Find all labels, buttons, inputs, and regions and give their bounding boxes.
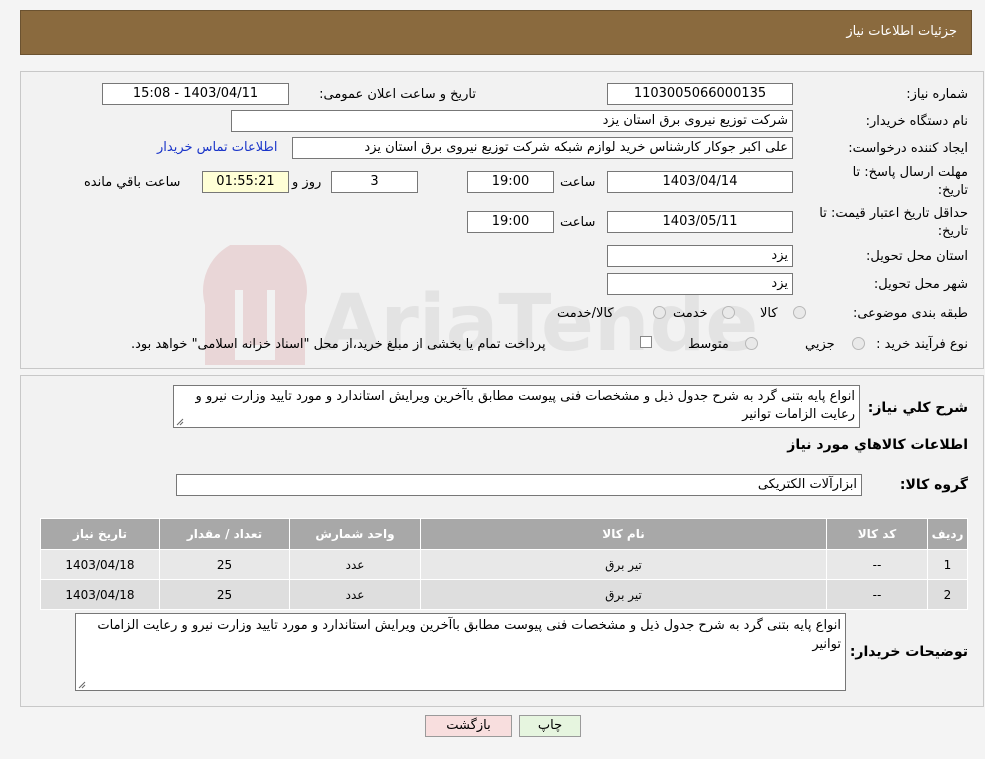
need-number-label: شماره نیاز: <box>906 87 968 102</box>
process-type-label: نوع فرآیند خرید : <box>876 337 968 352</box>
goods-table: ردیف کد کالا نام کالا واحد شمارش تعداد /… <box>40 518 968 610</box>
remaining-label: ساعت باقي مانده <box>84 175 181 190</box>
deadline-label: مهلت ارسال پاسخ: تا <box>852 165 968 180</box>
treasury-payment-note: پرداخت تمام یا بخشی از مبلغ خرید،از محل … <box>131 337 546 352</box>
item-code-cell: -- <box>826 579 928 610</box>
row-number-cell: 2 <box>927 579 968 610</box>
process-medium-radio[interactable] <box>745 337 758 350</box>
page-header: جزئیات اطلاعات نیاز <box>20 10 972 55</box>
need-date-cell: 1403/04/18 <box>40 549 160 580</box>
category-service-radio[interactable] <box>722 306 735 319</box>
category-service-label: خدمت <box>673 306 708 321</box>
resize-grip-icon[interactable] <box>78 681 86 689</box>
province-label: استان محل تحویل: <box>866 249 968 264</box>
goods-group-field[interactable]: ابزارآلات الکتریکی <box>176 474 862 496</box>
quantity-cell: 25 <box>159 549 290 580</box>
col-code-header: کد کالا <box>826 518 928 550</box>
goods-table-header: ردیف کد کالا نام کالا واحد شمارش تعداد /… <box>40 518 968 550</box>
col-row-header: ردیف <box>927 518 968 550</box>
unit-cell: عدد <box>289 549 421 580</box>
category-goods-radio[interactable] <box>793 306 806 319</box>
col-name-header: نام کالا <box>420 518 827 550</box>
province-field[interactable]: یزد <box>607 245 793 267</box>
resize-grip-icon[interactable] <box>176 418 184 426</box>
buyer-contact-link[interactable]: اطلاعات تماس خریدار <box>157 140 277 155</box>
goods-group-label: گروه کالا: <box>899 477 968 493</box>
category-goods-label: کالا <box>760 306 778 321</box>
description-label: شرح کلي نیاز: <box>867 400 968 416</box>
deadline-date-field[interactable]: 1403/04/14 <box>607 171 793 193</box>
back-button[interactable]: بازگشت <box>425 715 512 737</box>
goods-section-title: اطلاعات کالاهاي مورد نیاز <box>787 437 968 453</box>
days-label: روز و <box>292 175 322 190</box>
validity-label: حداقل تاریخ اعتبار قیمت: تا <box>819 206 968 221</box>
buyer-notes-text: انواع پایه بتنی گرد به شرح جدول ذیل و مش… <box>97 618 841 652</box>
process-minor-label: جزیي <box>805 337 835 352</box>
item-code-cell: -- <box>826 549 928 580</box>
need-date-cell: 1403/04/18 <box>40 579 160 610</box>
buyer-notes-textarea[interactable]: انواع پایه بتنی گرد به شرح جدول ذیل و مش… <box>75 613 846 691</box>
buyer-org-label: نام دستگاه خریدار: <box>865 114 968 129</box>
item-name-cell: تیر برق <box>420 549 827 580</box>
process-minor-radio[interactable] <box>852 337 865 350</box>
city-field[interactable]: یزد <box>607 273 793 295</box>
description-text: انواع پایه بتنی گرد به شرح جدول ذیل و مش… <box>195 389 855 422</box>
category-label: طبقه بندی موضوعی: <box>852 306 968 321</box>
announce-datetime-field[interactable]: 1403/04/11 - 15:08 <box>102 83 289 105</box>
category-goods-service-radio[interactable] <box>653 306 666 319</box>
remaining-days-field[interactable]: 3 <box>331 171 418 193</box>
deadline-date-label: تاریخ: <box>937 183 968 198</box>
description-textarea[interactable]: انواع پایه بتنی گرد به شرح جدول ذیل و مش… <box>173 385 860 428</box>
goods-table-wrapper: ردیف کد کالا نام کالا واحد شمارش تعداد /… <box>40 518 968 610</box>
table-row: 1 -- تیر برق عدد 25 1403/04/18 <box>40 549 968 580</box>
validity-time-label: ساعت <box>560 215 596 230</box>
col-qty-header: تعداد / مقدار <box>159 518 290 550</box>
validity-date-label: تاریخ: <box>937 224 968 239</box>
category-goods-service-label: کالا/خدمت <box>557 306 614 321</box>
need-number-field[interactable]: 1103005066000135 <box>607 83 793 105</box>
requester-label: ایجاد کننده درخواست: <box>848 141 968 156</box>
item-name-cell: تیر برق <box>420 579 827 610</box>
row-number-cell: 1 <box>927 549 968 580</box>
buyer-org-field[interactable]: شرکت توزیع نیروی برق استان یزد <box>231 110 793 132</box>
print-button[interactable]: چاپ <box>519 715 581 737</box>
col-unit-header: واحد شمارش <box>289 518 421 550</box>
quantity-cell: 25 <box>159 579 290 610</box>
announce-datetime-label: تاریخ و ساعت اعلان عمومی: <box>319 87 476 102</box>
validity-time-field[interactable]: 19:00 <box>467 211 554 233</box>
deadline-time-field[interactable]: 19:00 <box>467 171 554 193</box>
remaining-time-field: 01:55:21 <box>202 171 289 193</box>
buyer-notes-label: توضیحات خریدار: <box>849 644 968 660</box>
validity-date-field[interactable]: 1403/05/11 <box>607 211 793 233</box>
page-title: جزئیات اطلاعات نیاز <box>846 24 957 39</box>
table-row: 2 -- تیر برق عدد 25 1403/04/18 <box>40 579 968 610</box>
col-date-header: تاریخ نیاز <box>40 518 160 550</box>
unit-cell: عدد <box>289 579 421 610</box>
deadline-time-label: ساعت <box>560 175 596 190</box>
requester-field[interactable]: علی اکبر جوکار کارشناس خرید لوازم شبکه ش… <box>292 137 793 159</box>
process-medium-label: متوسط <box>688 337 729 352</box>
treasury-payment-checkbox[interactable] <box>640 336 652 348</box>
city-label: شهر محل تحویل: <box>873 277 968 292</box>
